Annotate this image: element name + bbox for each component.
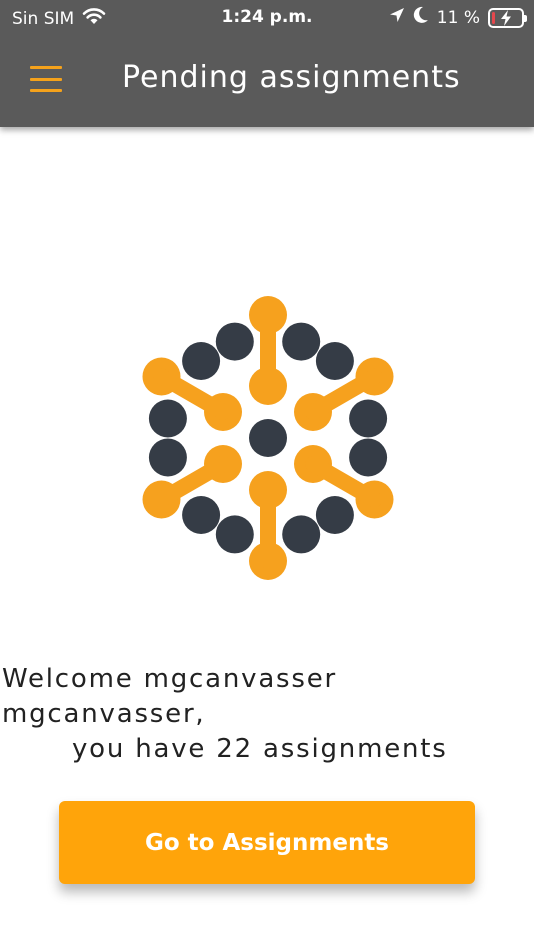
logo-dot — [148, 438, 187, 477]
battery-percent: 11 % — [436, 7, 480, 28]
logo-dot — [182, 342, 221, 380]
logo-center-dot — [249, 419, 287, 457]
assignment-count: you have 22 assignments — [72, 734, 448, 764]
logo-dot — [148, 399, 187, 438]
welcome-message: Welcome mgcanvasser mgcanvasser, you hav… — [2, 662, 522, 767]
moon-icon — [413, 6, 429, 29]
menu-bar-top — [30, 66, 62, 69]
welcome-line-2: mgcanvasser, — [2, 699, 206, 729]
battery-charging-icon — [488, 7, 527, 28]
menu-bar-bottom — [30, 89, 62, 92]
logo-dot — [315, 342, 354, 380]
logo-dot — [282, 515, 321, 554]
logo-dot — [215, 322, 254, 361]
app-header: Sin SIM 1:24 p.m. 11 % Pending assignmen… — [0, 0, 534, 127]
logo-dot — [315, 496, 354, 534]
logo-dot — [349, 438, 388, 477]
status-bar: Sin SIM 1:24 p.m. 11 % — [0, 0, 534, 36]
app-logo — [142, 296, 394, 580]
go-to-assignments-button[interactable]: Go to Assignments — [59, 801, 475, 884]
welcome-line-1: Welcome mgcanvasser — [2, 664, 338, 694]
page-title: Pending assignments — [122, 60, 461, 95]
location-arrow-icon — [389, 7, 405, 28]
menu-bar-middle — [30, 77, 62, 81]
hamburger-menu-icon[interactable] — [30, 66, 62, 92]
logo-dot — [182, 496, 221, 534]
battery-level — [492, 11, 495, 24]
logo-dot — [349, 399, 388, 438]
status-right: 11 % — [389, 6, 527, 29]
logo-dot — [282, 322, 321, 361]
logo-dot — [215, 515, 254, 554]
